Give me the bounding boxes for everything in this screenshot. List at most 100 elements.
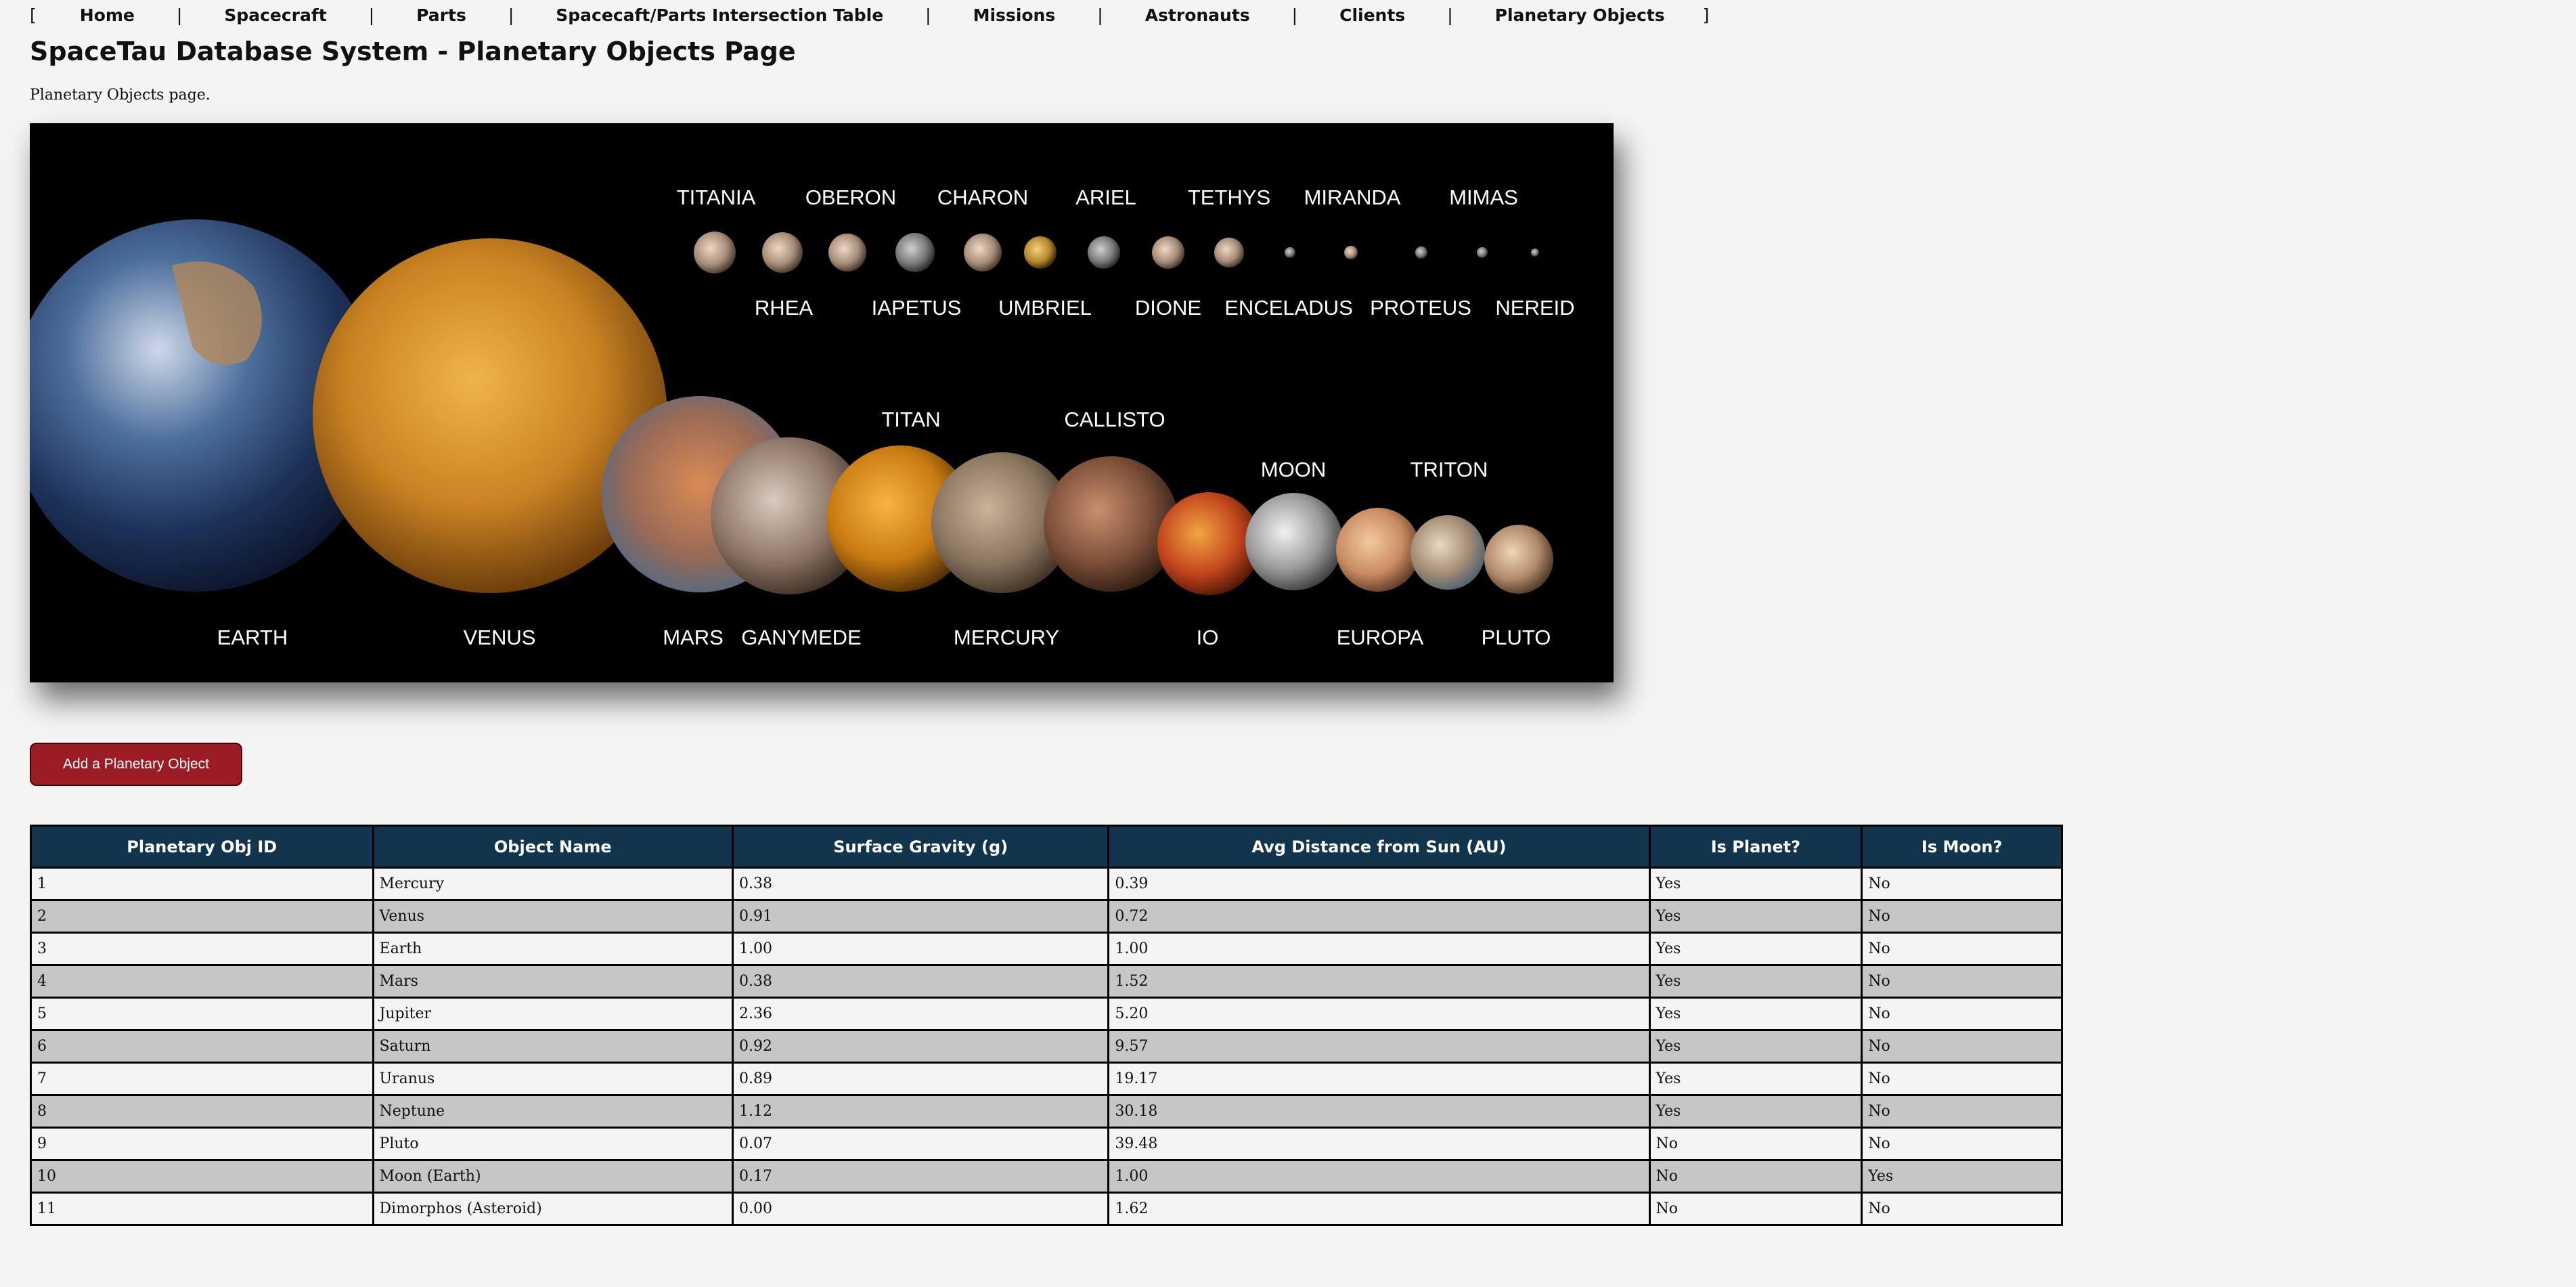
label-iapetus: IAPETUS xyxy=(872,296,962,320)
header-is-moon: Is Moon? xyxy=(1861,825,2063,869)
add-planetary-object-button[interactable]: Add a Planetary Object xyxy=(30,743,242,786)
cell-object-name: Venus xyxy=(372,899,734,934)
nav-link-planetary-objects[interactable]: Planetary Objects xyxy=(1495,5,1665,25)
label-triton: TRITON xyxy=(1411,458,1488,481)
header-object-name: Object Name xyxy=(372,825,734,869)
cell-avg-distance: 9.57 xyxy=(1107,1029,1651,1064)
dione-sphere xyxy=(1152,236,1184,269)
cell-object-name: Earth xyxy=(372,932,734,966)
label-charon: CHARON xyxy=(937,186,1028,209)
cell-obj-id: 8 xyxy=(30,1094,374,1129)
label-mercury: MERCURY xyxy=(954,626,1059,649)
header-surface-gravity: Surface Gravity (g) xyxy=(731,825,1110,869)
cell-surface-gravity: 0.38 xyxy=(731,867,1110,901)
nav-separator: | xyxy=(1291,5,1298,25)
cell-surface-gravity: 0.89 xyxy=(731,1062,1110,1096)
label-titan: TITAN xyxy=(881,408,940,431)
cell-object-name: Dimorphos (Asteroid) xyxy=(372,1192,734,1226)
label-umbriel: UMBRIEL xyxy=(998,296,1092,320)
cell-obj-id: 11 xyxy=(30,1192,374,1226)
cell-object-name: Neptune xyxy=(372,1094,734,1129)
label-venus: VENUS xyxy=(464,626,536,649)
label-nereid: NEREID xyxy=(1495,296,1574,320)
cell-avg-distance: 30.18 xyxy=(1107,1094,1651,1129)
label-mars: MARS xyxy=(663,626,724,649)
cell-is-moon: No xyxy=(1861,997,2063,1031)
label-dione: DIONE xyxy=(1135,296,1201,320)
cell-surface-gravity: 0.00 xyxy=(731,1192,1110,1226)
cell-obj-id: 3 xyxy=(30,932,374,966)
nav-link-parts[interactable]: Parts xyxy=(416,5,466,25)
nav-link-home[interactable]: Home xyxy=(80,5,135,25)
label-enceladus: ENCELADUS xyxy=(1224,296,1353,320)
pluto-sphere xyxy=(1484,525,1553,594)
cell-obj-id: 7 xyxy=(30,1062,374,1096)
enceladus-sphere xyxy=(1285,247,1295,258)
proteus-sphere xyxy=(1415,246,1427,259)
europa-sphere xyxy=(1336,508,1420,592)
nav-link-spacecraft-parts[interactable]: Spacecaft/Parts Intersection Table xyxy=(556,5,883,25)
cell-avg-distance: 1.00 xyxy=(1107,1159,1651,1194)
label-moon: MOON xyxy=(1261,458,1326,481)
table-row: 2 Venus 0.91 0.72 Yes No xyxy=(30,899,2063,934)
cell-is-moon: No xyxy=(1861,1029,2063,1064)
cell-surface-gravity: 2.36 xyxy=(731,997,1110,1031)
table-row: 3 Earth 1.00 1.00 Yes No xyxy=(30,932,2063,966)
cell-surface-gravity: 0.92 xyxy=(731,1029,1110,1064)
nav-open-bracket: [ xyxy=(30,5,37,25)
cell-is-planet: Yes xyxy=(1648,1062,1863,1096)
cell-avg-distance: 39.48 xyxy=(1107,1127,1651,1161)
cell-avg-distance: 19.17 xyxy=(1107,1062,1651,1096)
moon-sphere xyxy=(1245,493,1343,590)
cell-is-planet: Yes xyxy=(1648,1029,1863,1064)
table-row: 6 Saturn 0.92 9.57 Yes No xyxy=(30,1029,2063,1064)
cell-is-planet: No xyxy=(1648,1192,1863,1226)
tethys-sphere xyxy=(1214,238,1244,267)
nav-separator: | xyxy=(508,5,514,25)
cell-object-name: Moon (Earth) xyxy=(372,1159,734,1194)
table-row: 10 Moon (Earth) 0.17 1.00 No Yes xyxy=(30,1159,2063,1194)
cell-obj-id: 6 xyxy=(30,1029,374,1064)
top-nav: [ Home | Spacecraft | Parts | Spacecaft/… xyxy=(30,1,1709,28)
cell-avg-distance: 1.62 xyxy=(1107,1192,1651,1226)
table-header-row: Planetary Obj ID Object Name Surface Gra… xyxy=(30,825,2063,869)
cell-obj-id: 1 xyxy=(30,867,374,901)
miranda-sphere xyxy=(1344,246,1358,259)
cell-surface-gravity: 0.07 xyxy=(731,1127,1110,1161)
cell-surface-gravity: 0.38 xyxy=(731,964,1110,999)
label-tethys: TETHYS xyxy=(1188,186,1270,209)
nav-separator: | xyxy=(925,5,931,25)
cell-avg-distance: 5.20 xyxy=(1107,997,1651,1031)
nav-separator: | xyxy=(176,5,183,25)
label-titania: TITANIA xyxy=(677,186,756,209)
label-proteus: PROTEUS xyxy=(1370,296,1471,320)
cell-obj-id: 4 xyxy=(30,964,374,999)
page-subtitle: Planetary Objects page. xyxy=(30,87,210,104)
cell-object-name: Jupiter xyxy=(372,997,734,1031)
cell-avg-distance: 0.39 xyxy=(1107,867,1651,901)
table-row: 7 Uranus 0.89 19.17 Yes No xyxy=(30,1062,2063,1096)
table-row: 4 Mars 0.38 1.52 Yes No xyxy=(30,964,2063,999)
label-io: IO xyxy=(1197,626,1219,649)
cell-is-moon: No xyxy=(1861,932,2063,966)
charon-sphere xyxy=(964,234,1002,271)
nav-link-astronauts[interactable]: Astronauts xyxy=(1145,5,1250,25)
cell-is-planet: No xyxy=(1648,1159,1863,1194)
cell-obj-id: 10 xyxy=(30,1159,374,1194)
planetary-objects-table: Planetary Obj ID Object Name Surface Gra… xyxy=(30,825,2063,1226)
cell-is-moon: No xyxy=(1861,964,2063,999)
cell-is-planet: Yes xyxy=(1648,997,1863,1031)
cell-surface-gravity: 1.00 xyxy=(731,932,1110,966)
cell-obj-id: 2 xyxy=(30,899,374,934)
cell-is-planet: No xyxy=(1648,1127,1863,1161)
nav-separator: | xyxy=(1097,5,1103,25)
rhea-sphere xyxy=(762,232,803,273)
planets-banner-image: TITANIA OBERON CHARON ARIEL TETHYS MIRAN… xyxy=(30,123,1614,682)
table-row: 9 Pluto 0.07 39.48 No No xyxy=(30,1127,2063,1161)
header-avg-distance: Avg Distance from Sun (AU) xyxy=(1107,825,1651,869)
table-row: 11 Dimorphos (Asteroid) 0.00 1.62 No No xyxy=(30,1192,2063,1226)
nav-link-spacecraft[interactable]: Spacecraft xyxy=(224,5,326,25)
nav-link-clients[interactable]: Clients xyxy=(1339,5,1405,25)
cell-surface-gravity: 0.91 xyxy=(731,899,1110,934)
nav-link-missions[interactable]: Missions xyxy=(973,5,1056,25)
